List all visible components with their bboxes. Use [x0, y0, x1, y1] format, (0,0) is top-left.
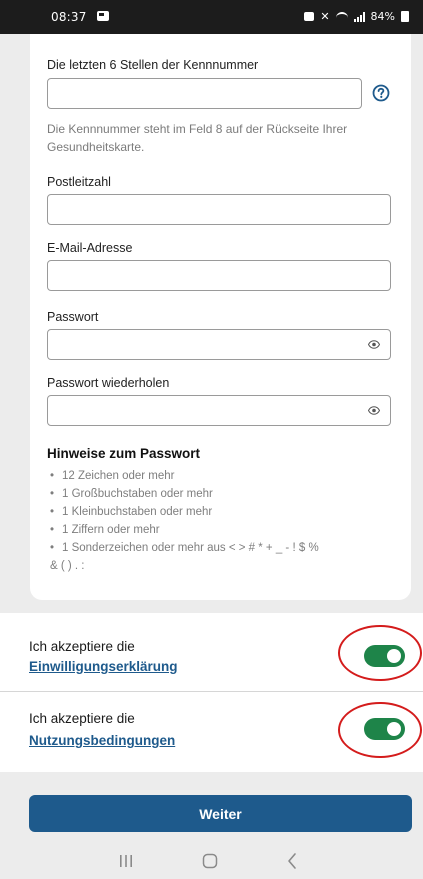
postal-code-label: Postleitzahl: [47, 175, 111, 189]
email-label: E-Mail-Adresse: [47, 241, 133, 255]
password-rule: 1 Sonderzeichen oder mehr aus < > # * + …: [50, 539, 395, 557]
android-nav-bar: [0, 843, 423, 879]
weiter-button[interactable]: Weiter: [29, 795, 412, 832]
password-rule: 1 Großbuchstaben oder mehr: [50, 485, 395, 503]
mute-icon: [304, 12, 315, 21]
id-number-field-box: [47, 78, 364, 109]
password-repeat-label: Passwort wiederholen: [47, 376, 170, 390]
consent-text: Ich akzeptiere die: [29, 639, 135, 654]
password-rule: 12 Zeichen oder mehr: [50, 467, 395, 485]
password-rules-list: 12 Zeichen oder mehr 1 Großbuchstaben od…: [50, 467, 395, 575]
vibrate-icon: ✕: [320, 10, 330, 23]
help-icon[interactable]: [372, 84, 390, 102]
system-icons: ✕ 84%: [304, 10, 409, 23]
email-input[interactable]: [48, 261, 364, 290]
password-repeat-field-box: [47, 395, 391, 426]
nutzungsbedingungen-toggle[interactable]: [364, 718, 405, 740]
id-number-label: Die letzten 6 Stellen der Kennnummer: [47, 58, 259, 72]
toggle-knob: [387, 649, 401, 663]
postal-code-input[interactable]: [48, 195, 364, 224]
home-icon[interactable]: [202, 853, 218, 869]
password-input[interactable]: [48, 330, 364, 359]
password-rule: 1 Ziffern oder mehr: [50, 521, 395, 539]
signal-icon: [353, 11, 365, 22]
toggle-knob: [387, 722, 401, 736]
recent-apps-icon[interactable]: [118, 854, 134, 868]
password-field-box: [47, 329, 391, 360]
password-repeat-input[interactable]: [48, 396, 364, 425]
postal-code-field-box: [47, 194, 391, 225]
status-time: 08:37: [51, 10, 87, 24]
eye-icon[interactable]: [368, 340, 380, 349]
id-number-hint: Die Kennnummer steht im Feld 8 auf der R…: [47, 122, 348, 154]
id-number-input[interactable]: [48, 79, 364, 108]
consent-row-einwilligung: Ich akzeptiere die Einwilligungserklärun…: [0, 613, 423, 691]
einwilligung-toggle[interactable]: [364, 645, 405, 667]
nutzungsbedingungen-link[interactable]: Nutzungsbedingungen: [29, 733, 175, 748]
password-rule: 1 Kleinbuchstaben oder mehr: [50, 503, 395, 521]
eye-icon[interactable]: [368, 406, 380, 415]
battery-percent: 84%: [370, 10, 395, 23]
consent-text: Ich akzeptiere die: [29, 711, 135, 726]
consent-row-nutzungsbedingungen: Ich akzeptiere die Nutzungsbedingungen: [0, 692, 423, 772]
notification-icon: [97, 11, 109, 21]
status-bar: 08:37 ✕ 84%: [0, 0, 423, 34]
password-label: Passwort: [47, 310, 99, 324]
einwilligungserklaerung-link[interactable]: Einwilligungserklärung: [29, 659, 178, 674]
password-rule-continuation: & ( ) . :: [50, 560, 85, 572]
password-hints-title: Hinweise zum Passwort: [47, 446, 201, 461]
email-field-box: [47, 260, 391, 291]
wifi-icon: [335, 11, 348, 22]
back-icon[interactable]: [286, 852, 298, 870]
battery-icon: [401, 11, 409, 22]
